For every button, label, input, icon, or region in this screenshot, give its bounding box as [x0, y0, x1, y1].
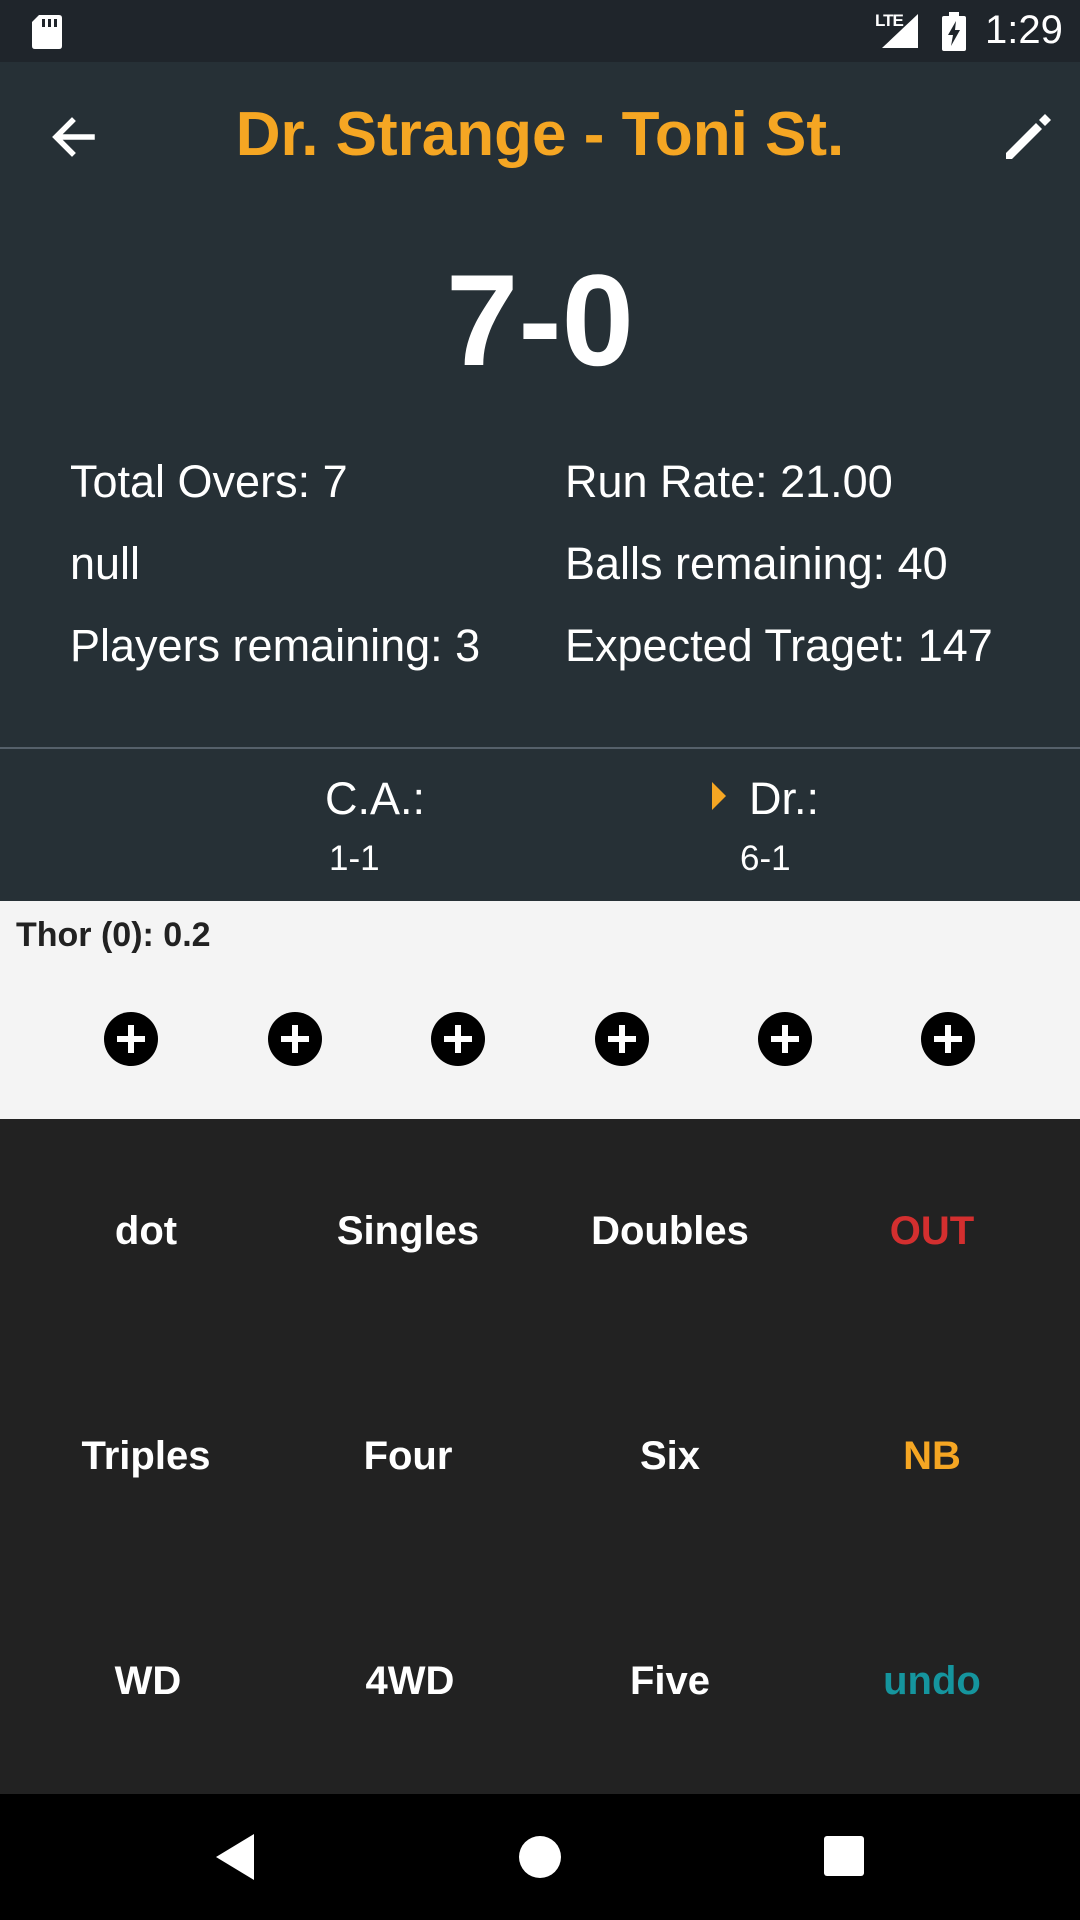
divider	[0, 747, 1080, 749]
signal-icon	[882, 14, 918, 48]
six-button[interactable]: Six	[539, 1434, 801, 1479]
batter-2-score: 6-1	[740, 839, 791, 878]
four-wide-button[interactable]: 4WD	[279, 1659, 541, 1704]
add-ball-icon[interactable]	[104, 1012, 158, 1066]
triples-button[interactable]: Triples	[15, 1434, 277, 1479]
no-ball-button[interactable]: NB	[801, 1434, 1063, 1479]
five-button[interactable]: Five	[539, 1659, 801, 1704]
four-button[interactable]: Four	[277, 1434, 539, 1479]
out-button[interactable]: OUT	[801, 1209, 1063, 1254]
on-strike-arrow-icon	[712, 782, 726, 810]
add-ball-icon[interactable]	[268, 1012, 322, 1066]
scoring-controls: dot Singles Doubles OUT Triples Four Six…	[0, 1119, 1080, 1794]
bowler-label: Thor (0): 0.2	[16, 916, 211, 954]
undo-button[interactable]: undo	[801, 1659, 1063, 1704]
match-score: 7-0	[446, 247, 634, 393]
add-ball-icon[interactable]	[758, 1012, 812, 1066]
add-ball-icon[interactable]	[921, 1012, 975, 1066]
match-title: Dr. Strange - Toni St.	[235, 100, 845, 169]
add-ball-icon[interactable]	[431, 1012, 485, 1066]
total-overs: Total Overs: 7	[70, 456, 348, 507]
status-bar: LTE 1:29	[0, 0, 1080, 62]
sd-card-icon	[32, 15, 62, 49]
app-bar: Dr. Strange - Toni St.	[0, 62, 1080, 212]
battery-charging-icon	[942, 12, 966, 51]
singles-button[interactable]: Singles	[277, 1209, 539, 1254]
run-rate: Run Rate: 21.00	[565, 456, 893, 507]
null-text: null	[70, 538, 141, 589]
expected-target: Expected Traget: 147	[565, 620, 993, 671]
add-ball-icon[interactable]	[595, 1012, 649, 1066]
balls-remaining: Balls remaining: 40	[565, 538, 948, 589]
dot-button[interactable]: dot	[15, 1209, 277, 1254]
batter-1-score: 1-1	[329, 839, 380, 878]
doubles-button[interactable]: Doubles	[539, 1209, 801, 1254]
batter-1-name[interactable]: C.A.:	[325, 773, 425, 825]
nav-home-icon[interactable]	[519, 1836, 561, 1878]
wide-button[interactable]: WD	[17, 1659, 279, 1704]
current-over-panel: Thor (0): 0.2	[0, 901, 1080, 1119]
nav-back-icon[interactable]	[216, 1834, 254, 1880]
edit-pencil-icon[interactable]	[1000, 109, 1056, 165]
nav-recents-icon[interactable]	[824, 1836, 864, 1876]
status-time: 1:29	[985, 8, 1063, 52]
navigation-bar	[0, 1794, 1080, 1920]
batter-2-name[interactable]: Dr.:	[749, 773, 819, 825]
players-remaining: Players remaining: 3	[70, 620, 481, 671]
